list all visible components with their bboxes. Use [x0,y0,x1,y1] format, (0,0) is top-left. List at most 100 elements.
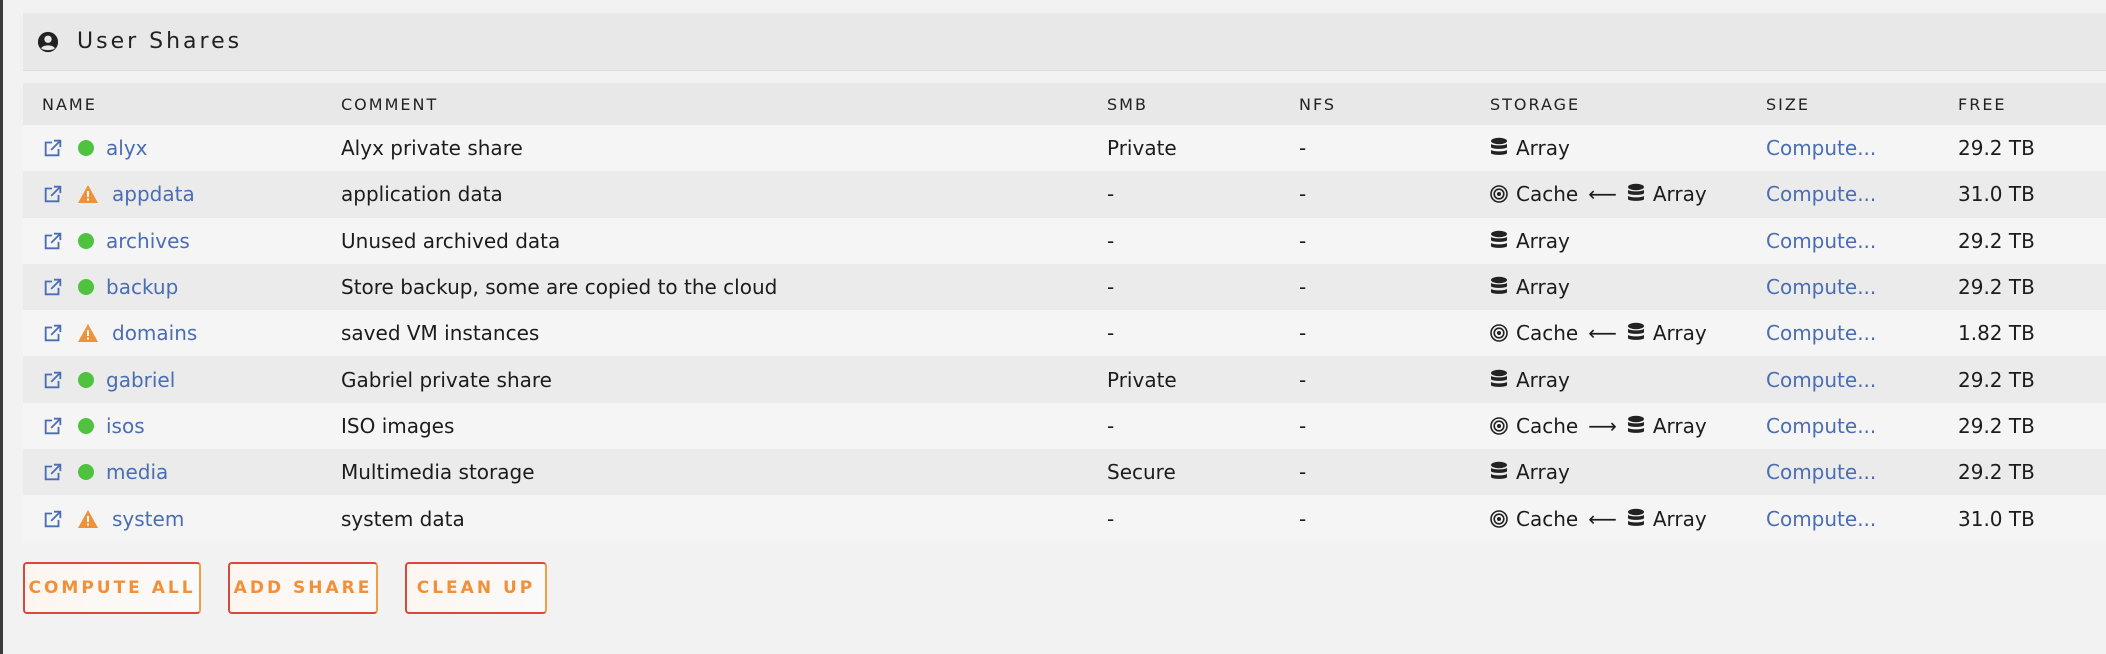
share-smb: - [1107,228,1115,253]
action-buttons: COMPUTE ALL ADD SHARE CLEAN UP [23,562,547,614]
compute-size-link[interactable]: Compute... [1766,182,1876,206]
status-ok-dot [78,464,94,481]
share-name-link[interactable]: domains [112,321,197,345]
storage-array-label: Array [1652,182,1707,207]
table-row: alyx Alyx private share Private - Array Compu… [23,125,2106,172]
cache-target-icon [1490,324,1508,343]
share-smb: Private [1107,136,1177,161]
share-free: 29.2 TB [1958,367,2035,392]
arrow-left-icon: ⟵ [1588,321,1617,346]
share-free: 29.2 TB [1958,136,2035,161]
table-body: alyx Alyx private share Private - Array Compu… [23,125,2106,542]
col-nfs-header[interactable]: NFS [1299,95,1336,114]
compute-size-link[interactable]: Compute... [1766,460,1876,484]
add-share-button[interactable]: ADD SHARE [228,562,378,614]
share-comment: Alyx private share [341,136,523,161]
share-smb: - [1107,321,1115,346]
storage-cache-label: Cache [1516,413,1579,438]
array-database-icon [1627,323,1644,341]
array-database-icon [1491,369,1507,387]
share-free: 29.2 TB [1958,228,2035,253]
share-nfs: - [1299,228,1307,253]
compute-size-link[interactable]: Compute... [1766,275,1876,299]
external-link-icon[interactable] [42,137,64,159]
share-storage: Cache ⟶ Array [1490,414,1707,438]
compute-size-link[interactable]: Compute... [1766,321,1876,345]
share-storage: Cache ⟵ Array [1490,507,1707,531]
compute-size-link[interactable]: Compute... [1766,136,1876,160]
panel-header: User Shares [23,13,2106,71]
external-link-icon[interactable] [42,322,64,344]
share-name-link[interactable]: gabriel [106,368,175,392]
status-ok-dot [78,417,94,434]
array-database-icon [1491,230,1507,248]
clean-up-button[interactable]: CLEAN UP [405,562,547,614]
storage-array-label: Array [1516,228,1570,253]
share-name-link[interactable]: system [112,507,184,531]
external-link-icon[interactable] [42,183,64,205]
share-name-cell: alyx [42,136,147,160]
share-smb: Secure [1107,460,1176,485]
share-name-link[interactable]: isos [106,414,145,438]
compute-all-button[interactable]: COMPUTE ALL [23,562,201,614]
external-link-icon[interactable] [42,276,64,298]
storage-array-label: Array [1652,506,1707,531]
arrow-left-icon: ⟵ [1588,182,1617,207]
shares-table: NAME COMMENT SMB NFS STORAGE SIZE FREE a… [23,83,2106,542]
array-database-icon [1491,462,1507,480]
storage-array-label: Array [1652,413,1707,438]
compute-size-link[interactable]: Compute... [1766,414,1876,438]
col-smb-header[interactable]: SMB [1107,95,1148,114]
compute-size-link[interactable]: Compute... [1766,229,1876,253]
share-name-link[interactable]: appdata [112,182,195,206]
share-free: 31.0 TB [1958,182,2035,207]
share-smb: - [1107,506,1115,531]
share-nfs: - [1299,506,1307,531]
share-name-link[interactable]: archives [106,229,190,253]
share-comment: application data [341,182,503,207]
storage-array-label: Array [1516,136,1570,161]
share-name-cell: system [42,507,184,531]
cache-target-icon [1490,509,1508,528]
share-comment: Store backup, some are copied to the clo… [341,275,778,300]
status-ok-dot [78,279,94,296]
share-name-link[interactable]: media [106,460,168,484]
share-storage: Array [1490,136,1570,160]
external-link-icon[interactable] [42,369,64,391]
external-link-icon[interactable] [42,508,64,530]
table-row: backup Store backup, some are copied to t… [23,263,2106,311]
share-name-cell: gabriel [42,368,175,392]
share-free: 31.0 TB [1958,506,2035,531]
share-comment: Gabriel private share [341,367,552,392]
share-comment: Unused archived data [341,228,561,253]
share-smb: - [1107,413,1115,438]
external-link-icon[interactable] [42,230,64,252]
compute-size-link[interactable]: Compute... [1766,368,1876,392]
col-size-header[interactable]: SIZE [1766,95,1810,114]
share-name-link[interactable]: backup [106,275,178,299]
warning-icon [78,509,98,528]
array-database-icon [1627,184,1644,202]
col-free-header[interactable]: FREE [1958,95,2007,114]
col-name-header[interactable]: NAME [42,95,97,114]
share-comment: Multimedia storage [341,460,535,485]
share-nfs: - [1299,182,1307,207]
share-name-cell: domains [42,321,197,345]
external-link-icon[interactable] [42,461,64,483]
col-storage-header[interactable]: STORAGE [1490,95,1580,114]
share-comment: system data [341,506,465,531]
array-database-icon [1491,276,1507,294]
share-storage: Array [1490,275,1570,299]
table-row: isos ISO images - - Cache ⟶ Array Compute... 29.… [23,402,2106,450]
cache-target-icon [1490,417,1508,435]
share-storage: Cache ⟵ Array [1490,182,1707,206]
compute-size-link[interactable]: Compute... [1766,507,1876,531]
share-nfs: - [1299,275,1307,300]
share-name-cell: media [42,460,168,484]
share-nfs: - [1299,413,1307,438]
share-name-link[interactable]: alyx [106,136,147,160]
warning-icon [78,324,98,343]
col-comment-header[interactable]: COMMENT [341,95,438,114]
table-row: system system data - - Cache ⟵ Array Compute...… [23,495,2106,542]
external-link-icon[interactable] [42,415,64,437]
